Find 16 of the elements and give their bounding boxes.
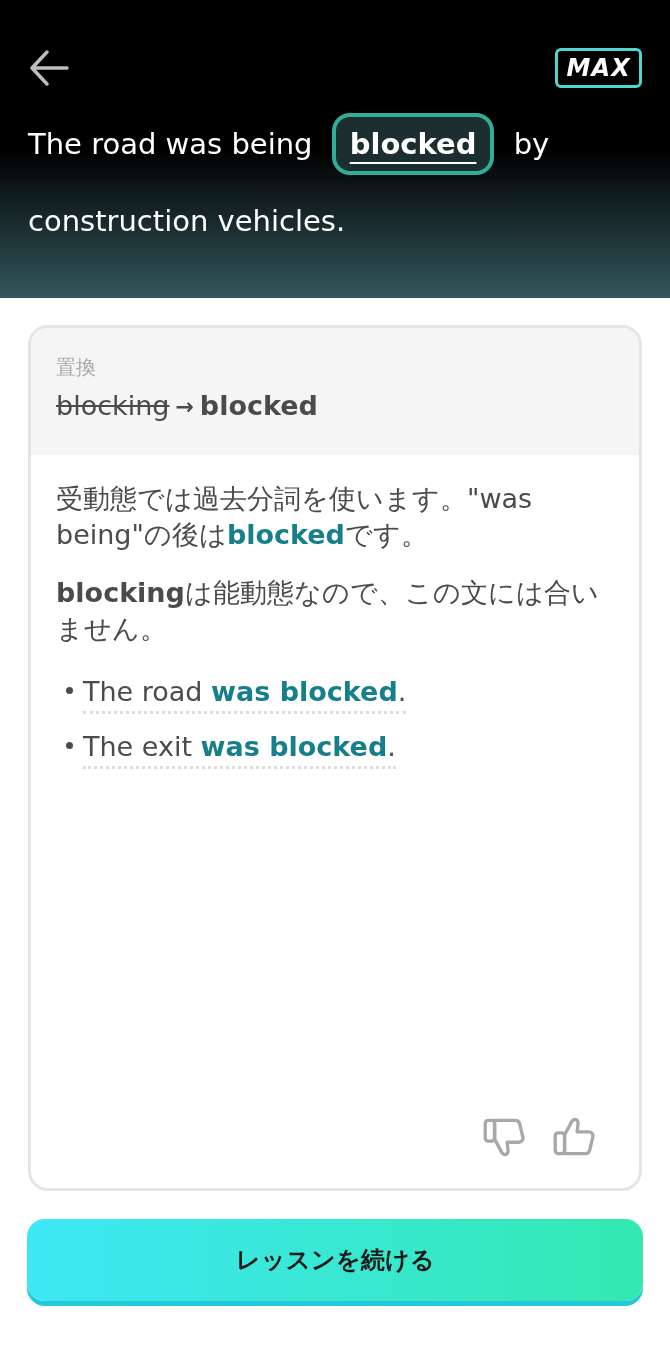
original-word: blocking (56, 389, 170, 423)
answer-chip[interactable]: blocked (331, 113, 495, 175)
category-label: 置換 (56, 354, 97, 381)
explanation-text: blockingは能動態なので、この文には合いません。 (56, 575, 600, 646)
sentence-text: construction vehicles. (28, 204, 346, 238)
max-badge: MAX (555, 48, 642, 88)
arrow-text: → (175, 392, 194, 421)
back-arrow-icon[interactable] (28, 48, 70, 88)
bullet-icon (66, 741, 73, 749)
bullet-icon (66, 686, 73, 694)
example-sentence: The exit was blocked. (83, 727, 396, 769)
explanation-text: 受動態では過去分詞を使います。"was being"の後はblockedです。 (56, 481, 534, 552)
sentence-text: The road was being (28, 127, 313, 161)
replacement-word: blocked (199, 389, 318, 423)
sentence-text: by (513, 127, 550, 161)
example-sentence: The road was blocked. (83, 672, 407, 714)
